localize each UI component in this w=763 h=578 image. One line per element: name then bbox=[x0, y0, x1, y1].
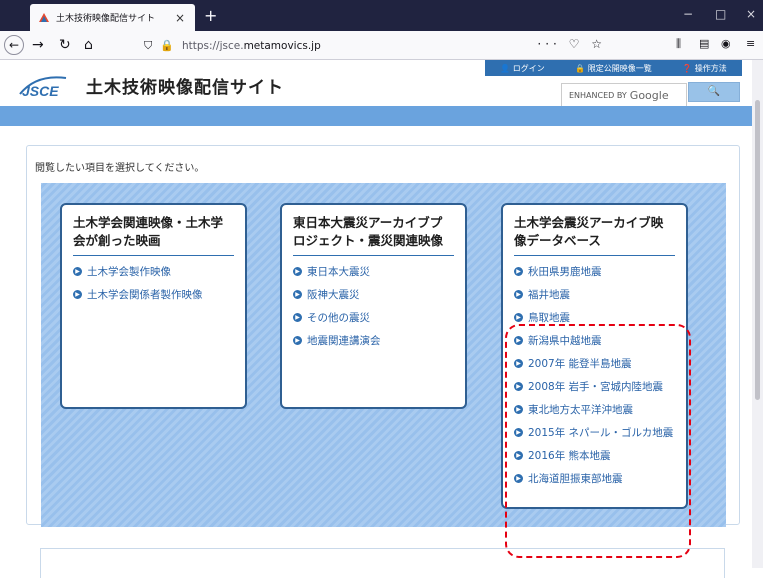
site-favicon-icon bbox=[39, 12, 49, 22]
card-title: 土木学会関連映像・土木学会が創った映画 bbox=[73, 214, 234, 256]
instruction-text: 閲覧したい項目を選択してください。 bbox=[35, 163, 205, 174]
url-text: https://jsce.metamovics.jp bbox=[181, 39, 321, 52]
highlight-annotation bbox=[505, 324, 691, 558]
jsce-logo[interactable]: JSCE bbox=[16, 72, 71, 98]
lock-icon[interactable]: 🔒 bbox=[160, 39, 174, 52]
svg-text:JSCE: JSCE bbox=[22, 83, 59, 98]
top-links-bar: 👤 ログイン 🔒 限定公開映像一覧 ❓ 操作方法 bbox=[485, 60, 742, 76]
menu-icon[interactable]: ≡ bbox=[746, 37, 755, 50]
account-icon[interactable]: ◉ bbox=[721, 37, 731, 50]
reload-icon[interactable]: ↻ bbox=[59, 36, 71, 54]
back-icon[interactable]: ← bbox=[4, 35, 24, 55]
arrow-bullet-icon: ▶ bbox=[514, 313, 523, 322]
list-item[interactable]: ▶ 地震関連講演会 bbox=[293, 333, 454, 349]
login-link[interactable]: 👤 ログイン bbox=[500, 63, 545, 74]
list-item[interactable]: ▶ 土木学会製作映像 bbox=[73, 264, 234, 280]
card-title: 東日本大震災アーカイブプロジェクト・震災関連映像 bbox=[293, 214, 454, 256]
help-link[interactable]: ❓ 操作方法 bbox=[682, 63, 727, 74]
browser-titlebar: 土木技術映像配信サイト × + − □ × bbox=[0, 0, 763, 31]
forward-icon[interactable]: → bbox=[32, 36, 44, 54]
card-title: 土木学会震災アーカイブ映像データベース bbox=[514, 214, 675, 256]
lock-icon: 🔒 bbox=[575, 63, 586, 73]
list-item[interactable]: ▶ 土木学会関係者製作映像 bbox=[73, 287, 234, 303]
search-button[interactable]: 🔍 bbox=[688, 82, 740, 102]
list-item[interactable]: ▶ その他の震災 bbox=[293, 310, 454, 326]
tracking-shield-icon[interactable]: ⛉ bbox=[144, 39, 152, 53]
arrow-bullet-icon: ▶ bbox=[293, 267, 302, 276]
page-actions-icon[interactable]: ··· ♡ ☆ bbox=[537, 37, 606, 51]
arrow-bullet-icon: ▶ bbox=[73, 290, 82, 299]
site-header: JSCE 土木技術映像配信サイト 👤 ログイン 🔒 限定公開映像一覧 ❓ 操作方… bbox=[0, 60, 752, 107]
page-scrollbar[interactable] bbox=[752, 60, 763, 568]
help-icon: ❓ bbox=[682, 63, 693, 73]
bottom-panel bbox=[40, 548, 725, 578]
arrow-bullet-icon: ▶ bbox=[293, 290, 302, 299]
arrow-bullet-icon: ▶ bbox=[514, 290, 523, 299]
category-card-great-east-japan: 東日本大震災アーカイブプロジェクト・震災関連映像 ▶ 東日本大震災 ▶ 阪神大震災 … bbox=[280, 203, 467, 409]
maximize-icon[interactable]: □ bbox=[715, 7, 726, 21]
user-icon: 👤 bbox=[500, 63, 511, 73]
restricted-videos-link[interactable]: 🔒 限定公開映像一覧 bbox=[575, 63, 652, 74]
scrollbar-thumb[interactable] bbox=[755, 100, 760, 400]
page: JSCE 土木技術映像配信サイト 👤 ログイン 🔒 限定公開映像一覧 ❓ 操作方… bbox=[0, 60, 763, 578]
url-bar[interactable]: ⛉ 🔒 https://jsce.metamovics.jp ··· ♡ ☆ bbox=[144, 35, 614, 56]
arrow-bullet-icon: ▶ bbox=[73, 267, 82, 276]
new-tab-icon[interactable]: + bbox=[204, 6, 217, 25]
tab-close-icon[interactable]: × bbox=[173, 11, 187, 25]
category-card-jsce-films: 土木学会関連映像・土木学会が創った映画 ▶ 土木学会製作映像 ▶ 土木学会関係者製作… bbox=[60, 203, 247, 409]
list-item[interactable]: ▶ 福井地震 bbox=[514, 287, 675, 303]
arrow-bullet-icon: ▶ bbox=[293, 313, 302, 322]
site-title[interactable]: 土木技術映像配信サイト bbox=[86, 73, 284, 98]
browser-navbar: ← → ↻ ⌂ ⛉ 🔒 https://jsce.metamovics.jp ·… bbox=[0, 31, 763, 60]
minimize-icon[interactable]: − bbox=[683, 7, 693, 21]
list-item[interactable]: ▶ 秋田県男鹿地震 bbox=[514, 264, 675, 280]
header-band bbox=[0, 106, 752, 126]
home-icon[interactable]: ⌂ bbox=[84, 36, 93, 54]
tab-title: 土木技術映像配信サイト bbox=[56, 14, 156, 24]
sidebar-icon[interactable]: ▤ bbox=[699, 37, 709, 50]
list-item[interactable]: ▶ 東日本大震災 bbox=[293, 264, 454, 280]
window-close-icon[interactable]: × bbox=[746, 7, 756, 21]
search-input[interactable]: ENHANCED BY Google bbox=[561, 83, 687, 107]
arrow-bullet-icon: ▶ bbox=[514, 267, 523, 276]
library-icon[interactable]: ⫼ bbox=[676, 37, 681, 51]
browser-tab[interactable]: 土木技術映像配信サイト × bbox=[30, 4, 195, 31]
list-item[interactable]: ▶ 阪神大震災 bbox=[293, 287, 454, 303]
search-icon: 🔍 bbox=[707, 86, 721, 97]
arrow-bullet-icon: ▶ bbox=[293, 336, 302, 345]
